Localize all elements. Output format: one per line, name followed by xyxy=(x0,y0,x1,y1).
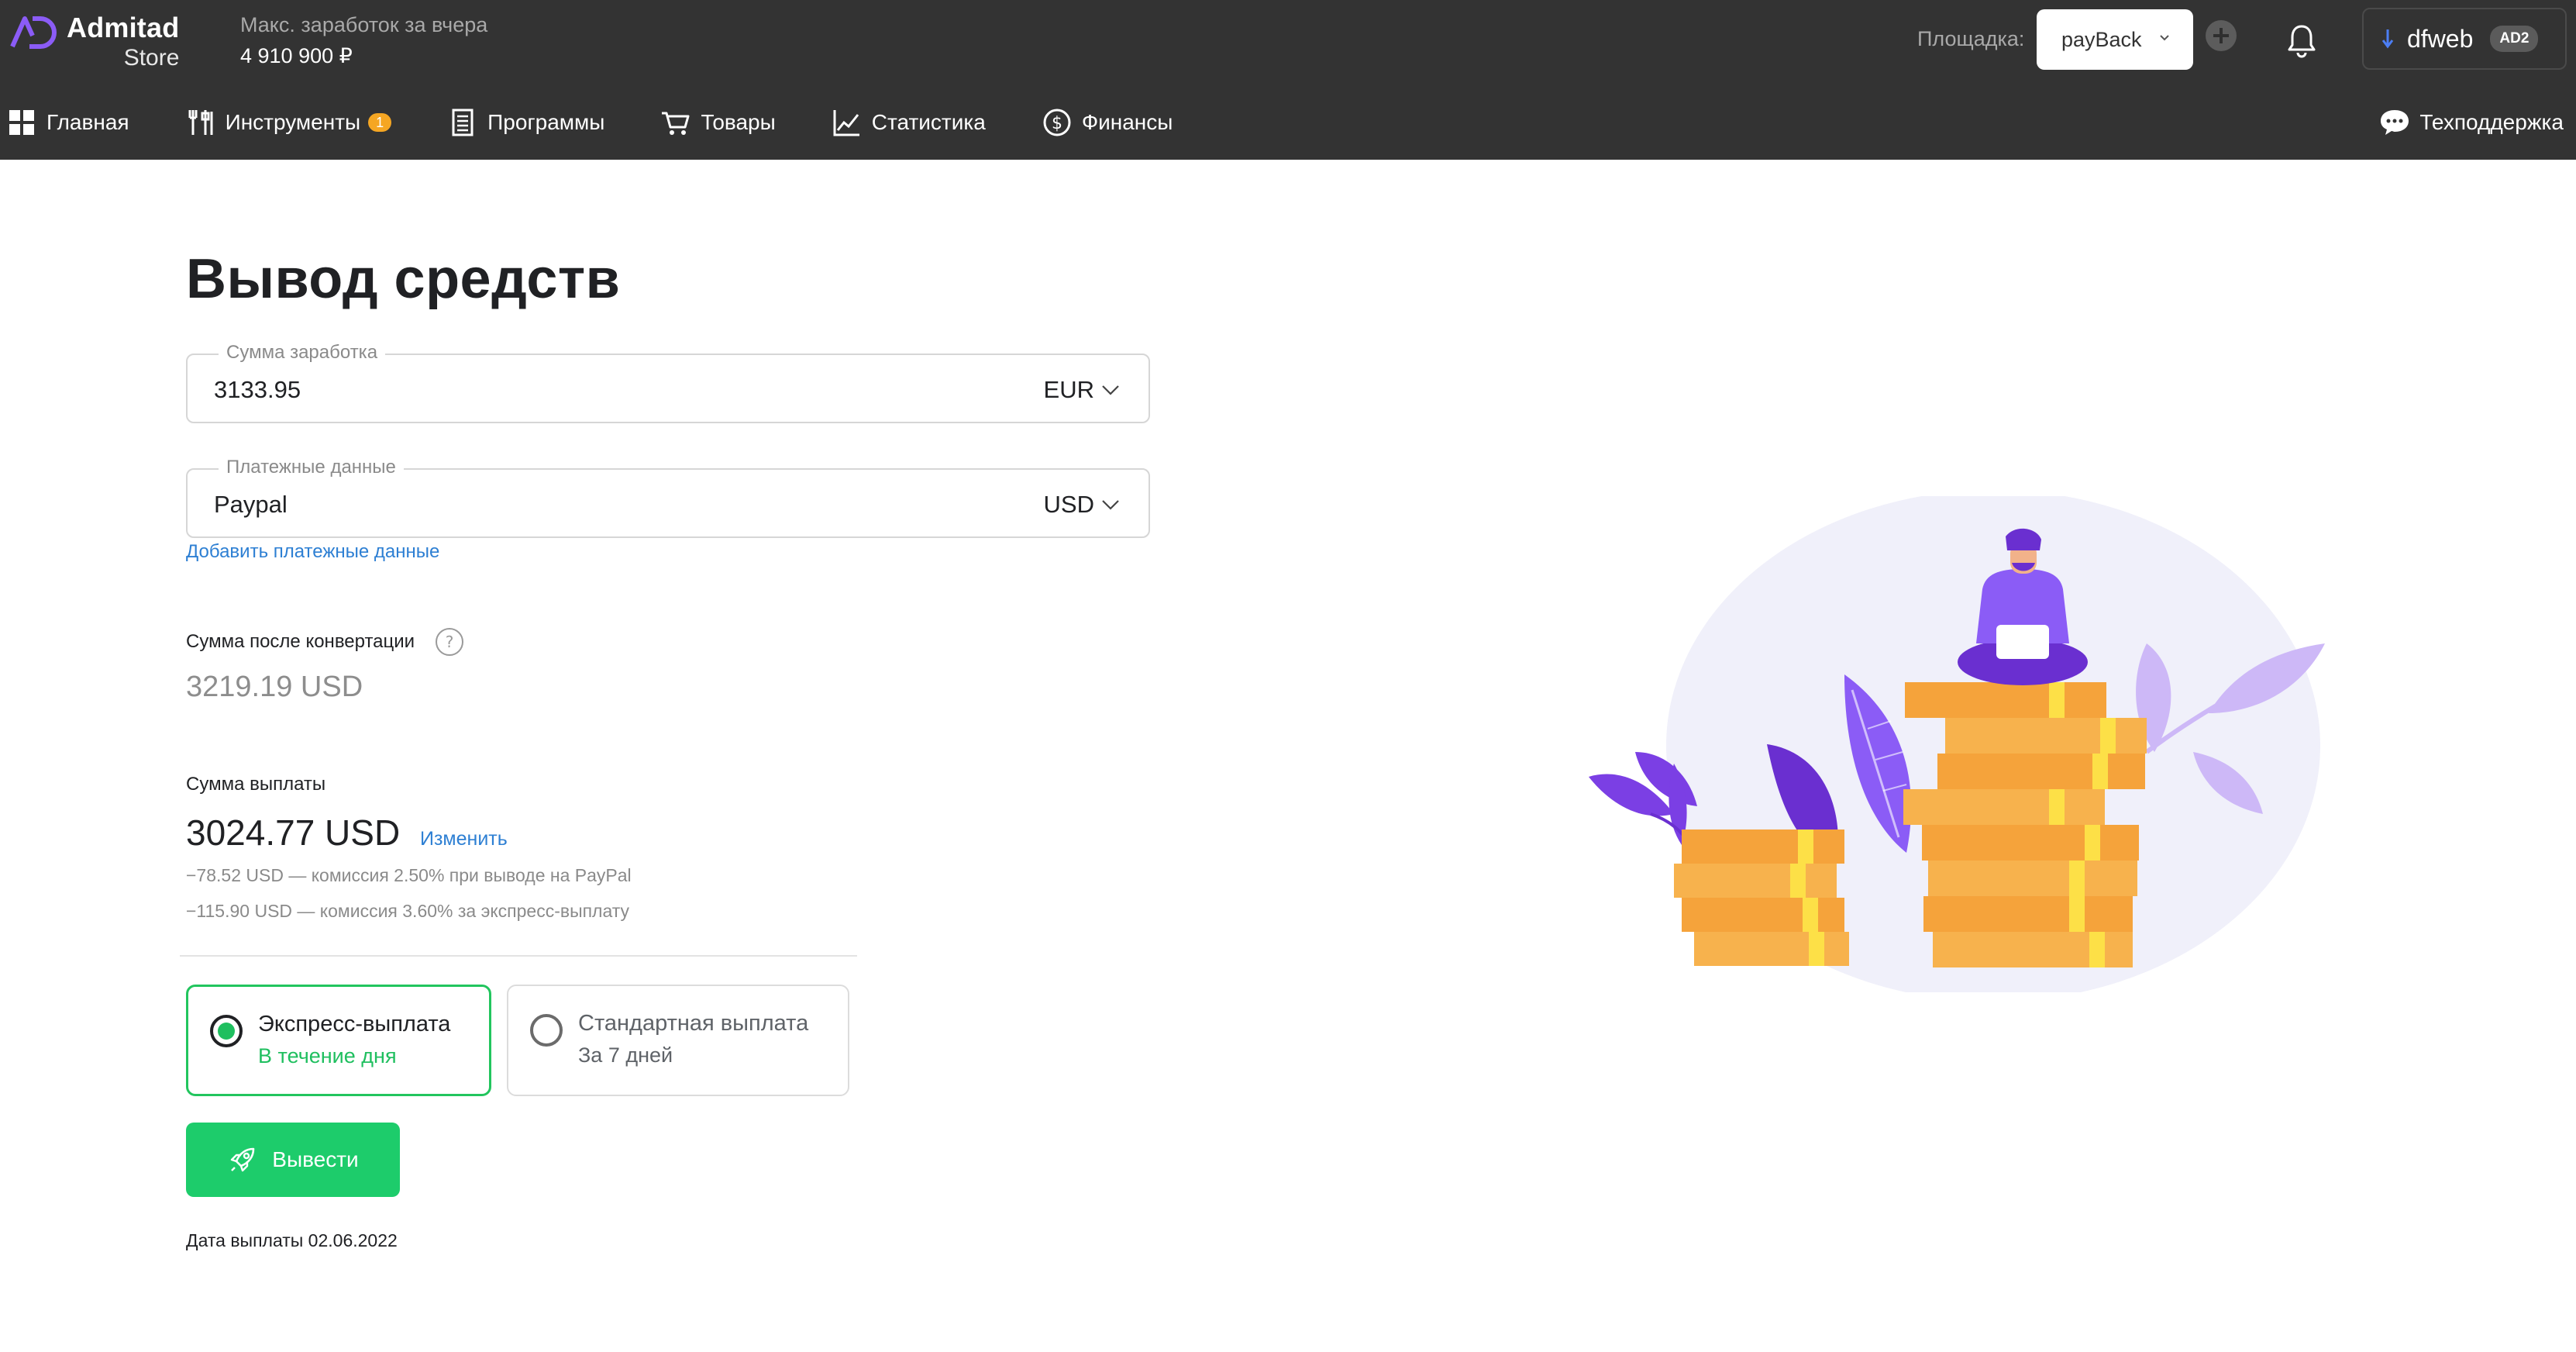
logo-brand: Admitad xyxy=(67,12,180,43)
nav-item-label: Инструменты xyxy=(225,110,361,134)
tools-badge: 1 xyxy=(368,113,392,132)
coin-stack-left xyxy=(1674,829,1849,966)
payment-details-field[interactable]: Платежные данные Paypal USD xyxy=(186,456,1150,538)
chat-icon xyxy=(2381,110,2409,135)
svg-text:?: ? xyxy=(446,633,454,651)
add-platform-button[interactable] xyxy=(2206,20,2237,51)
divider xyxy=(180,955,857,957)
user-name: dfweb xyxy=(2407,24,2474,53)
chevron-down-icon xyxy=(2160,35,2169,41)
option-express-payout[interactable]: Экспресс-выплата В течение дня xyxy=(186,985,491,1096)
earn-amount-label: Сумма заработка xyxy=(219,341,386,364)
platform-value: payBack xyxy=(2061,27,2142,51)
option-standard-payout[interactable]: Стандартная выплата За 7 дней xyxy=(507,985,849,1096)
option-subtitle: За 7 дней xyxy=(578,1043,673,1067)
admitad-logo-icon xyxy=(10,16,57,49)
chevron-down-icon[interactable] xyxy=(1099,493,1122,516)
support-label: Техподдержка xyxy=(2419,110,2564,134)
earn-currency-select[interactable]: EUR xyxy=(1044,375,1094,405)
option-title: Экспресс-выплата xyxy=(258,1012,451,1036)
bell-icon[interactable] xyxy=(2285,22,2319,59)
withdraw-button-label: Вывести xyxy=(272,1147,359,1171)
nav-item-label: Товары xyxy=(701,110,776,134)
payout-value: 3024.77 USD xyxy=(186,812,401,853)
option-subtitle: В течение дня xyxy=(258,1044,397,1067)
nav-item-home[interactable]: Главная xyxy=(6,95,129,150)
chevron-down-icon[interactable] xyxy=(1099,378,1122,402)
top-bar: Admitad Store Макс. заработок за вчера 4… xyxy=(0,0,2576,160)
earn-amount-field[interactable]: Сумма заработка 3133.95 EUR xyxy=(186,341,1150,423)
withdraw-button[interactable]: Вывести xyxy=(186,1123,400,1197)
plus-icon xyxy=(2213,28,2229,43)
nav-item-programs[interactable]: Программы xyxy=(447,95,604,150)
user-badge: AD2 xyxy=(2490,26,2539,52)
user-menu[interactable]: dfweb AD2 xyxy=(2362,8,2567,70)
radio-standard[interactable] xyxy=(530,1014,563,1047)
nav-item-label: Программы xyxy=(487,110,605,134)
platform-label: Площадка: xyxy=(1917,27,2025,50)
main-nav: Главная Инструменты 1 Программы Товары С… xyxy=(0,95,1228,150)
nav-item-tools[interactable]: Инструменты 1 xyxy=(185,95,392,150)
platform-select[interactable]: payBack xyxy=(2037,9,2193,70)
fee-paypal: −78.52 USD — комиссия 2.50% при выводе н… xyxy=(186,865,632,885)
document-icon xyxy=(452,109,474,136)
option-title: Стандартная выплата xyxy=(578,1011,809,1036)
grid-icon xyxy=(9,110,34,135)
nav-item-finance[interactable]: $ Финансы xyxy=(1042,95,1173,150)
dollar-icon: $ xyxy=(1043,109,1071,136)
tools-icon xyxy=(188,110,213,135)
logo[interactable]: Admitad Store xyxy=(9,11,179,71)
coins-illustration xyxy=(1589,496,2325,992)
nav-item-label: Финансы xyxy=(1081,110,1173,134)
earnings-value: 4 910 900 ₽ xyxy=(240,44,353,67)
cart-icon xyxy=(662,112,690,135)
payment-details-label: Платежные данные xyxy=(219,456,404,479)
add-payment-details-link[interactable]: Добавить платежные данные xyxy=(186,540,439,564)
nav-item-statistics[interactable]: Статистика xyxy=(832,95,986,150)
support-link[interactable]: Техподдержка xyxy=(2378,95,2564,150)
radio-express[interactable] xyxy=(210,1015,243,1047)
payment-details-value[interactable]: Paypal xyxy=(214,490,288,519)
payout-label: Сумма выплаты xyxy=(186,774,326,795)
earnings-label: Макс. заработок за вчера xyxy=(240,13,488,36)
page-title: Вывод средств xyxy=(186,248,621,310)
chart-icon xyxy=(833,110,859,136)
help-icon[interactable]: ? xyxy=(434,626,465,657)
nav-item-label: Статистика xyxy=(871,110,986,134)
svg-text:$: $ xyxy=(1052,114,1062,133)
rocket-icon xyxy=(231,1147,255,1172)
arrow-down-icon xyxy=(2381,29,2394,49)
change-payout-link[interactable]: Изменить xyxy=(420,826,508,851)
fee-express: −115.90 USD — комиссия 3.60% за экспресс… xyxy=(186,901,630,921)
conversion-label: Сумма после конвертации xyxy=(186,631,415,652)
earnings-summary: Макс. заработок за вчера 4 910 900 ₽ xyxy=(240,11,487,70)
conversion-value: 3219.19 USD xyxy=(186,671,363,703)
nav-item-products[interactable]: Товары xyxy=(660,95,776,150)
nav-item-label: Главная xyxy=(46,110,129,134)
payment-currency-select[interactable]: USD xyxy=(1044,490,1094,519)
earn-amount-value[interactable]: 3133.95 xyxy=(214,375,301,405)
payout-date: Дата выплаты 02.06.2022 xyxy=(186,1230,398,1250)
logo-sub: Store xyxy=(123,45,180,71)
